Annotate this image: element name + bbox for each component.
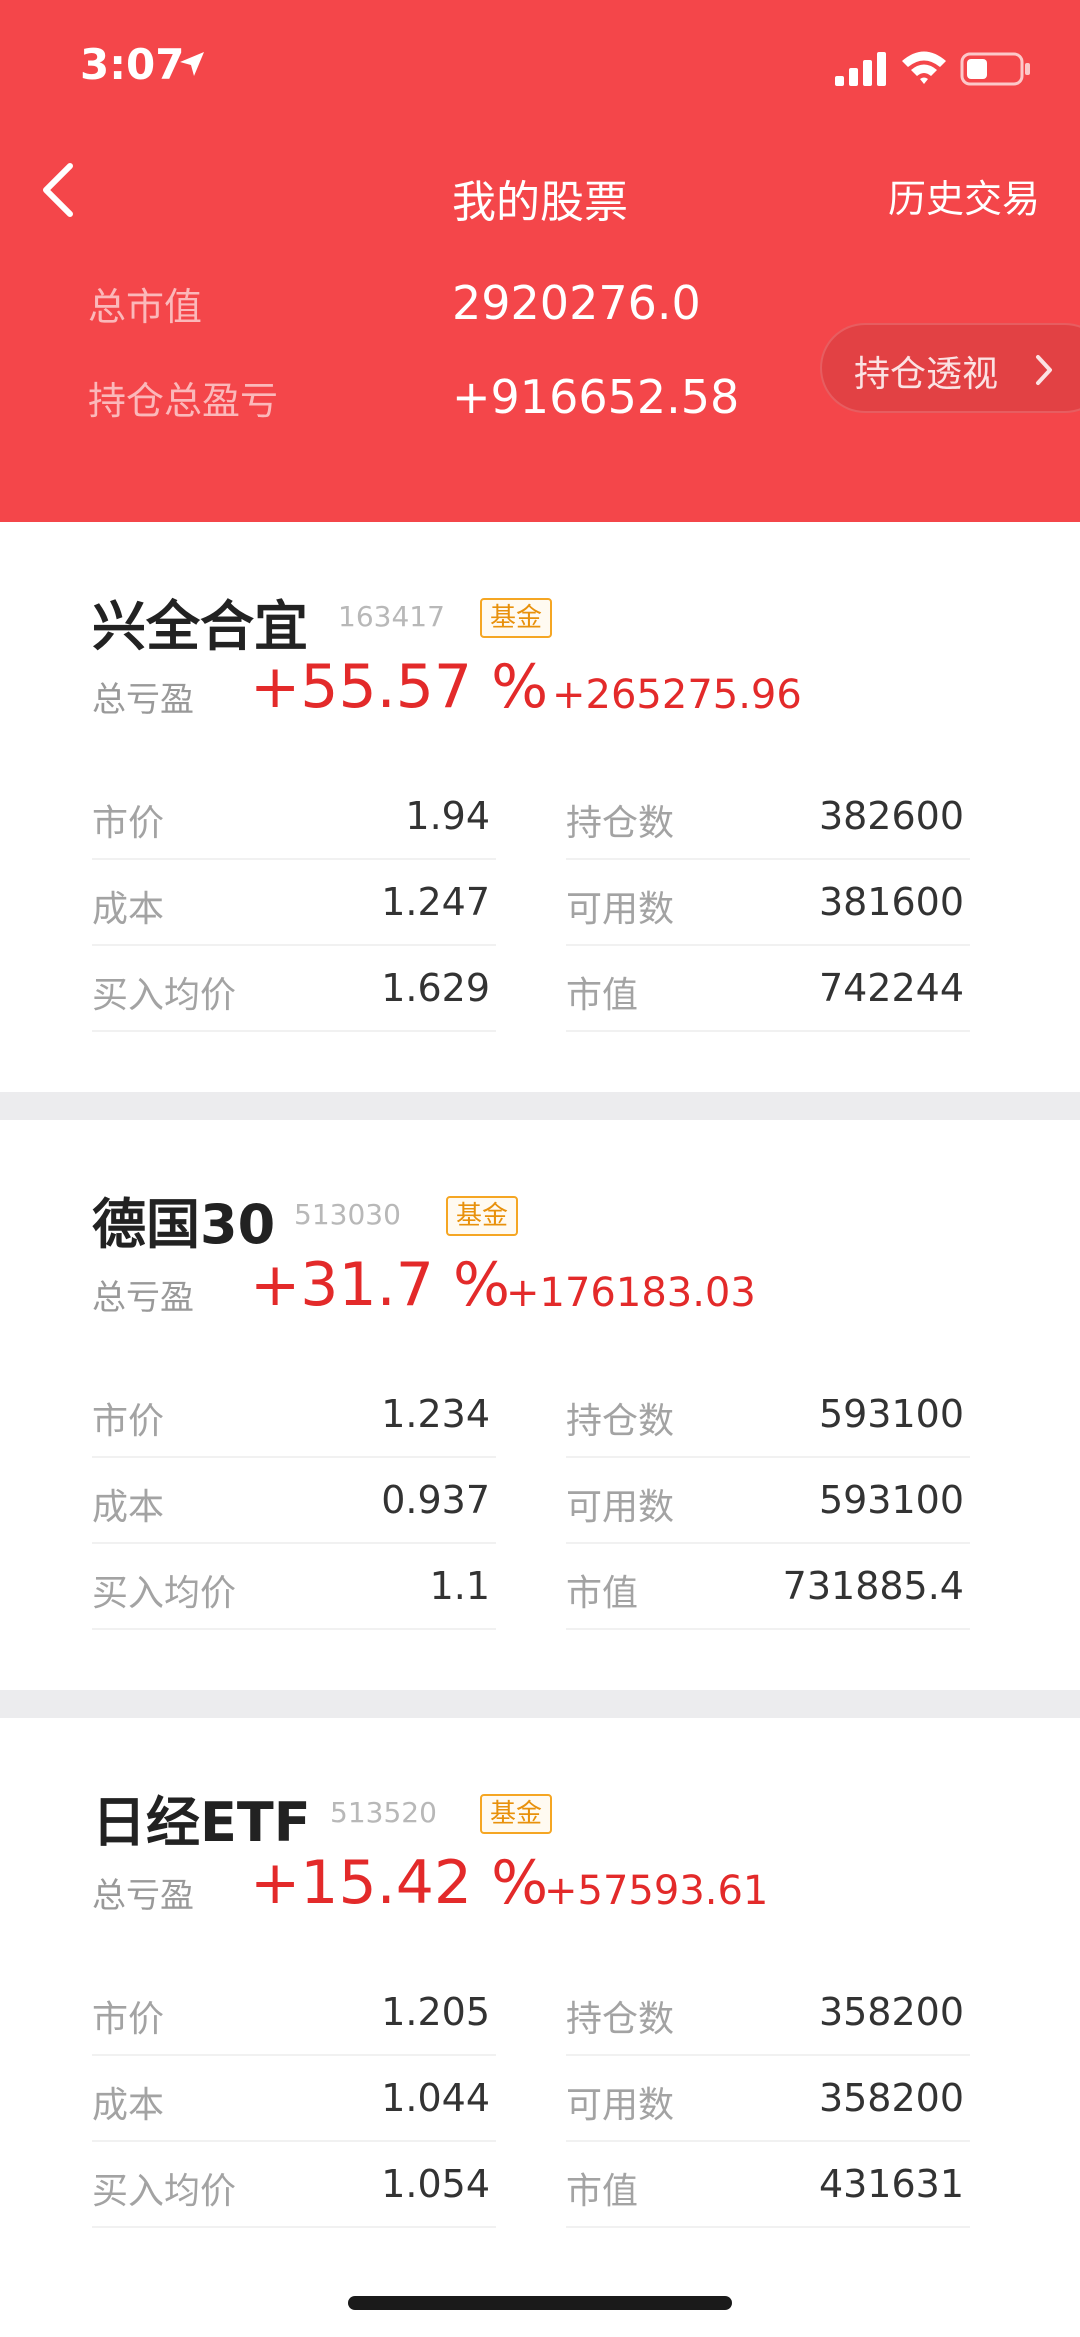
field-value: 593100 [818, 1392, 964, 1436]
field-label: 市值 [566, 975, 639, 1016]
stock-name: 日经ETF [92, 1791, 311, 1854]
detail-row: 成本 1.044 [92, 2056, 496, 2142]
field-label: 持仓数 [566, 803, 675, 844]
detail-row: 市值 731885.4 [566, 1544, 970, 1630]
field-value: 1.205 [381, 1990, 490, 2034]
battery-icon [960, 52, 1030, 86]
detail-row: 成本 1.247 [92, 860, 496, 946]
detail-row: 市价 1.205 [92, 1970, 496, 2056]
pnl-percent: +31.7 % [250, 1250, 510, 1320]
stock-code: 513520 [330, 1796, 437, 1829]
position-analysis-button[interactable]: 持仓透视 [820, 323, 1080, 413]
total-pnl-label: 持仓总盈亏 [88, 379, 279, 423]
detail-row: 可用数 593100 [566, 1458, 970, 1544]
fund-badge: 基金 [446, 1196, 518, 1236]
field-value: 358200 [818, 1990, 964, 2034]
section-divider [0, 1690, 1080, 1718]
field-label: 可用数 [566, 889, 675, 930]
fund-badge: 基金 [480, 1794, 552, 1834]
chevron-right-icon [1036, 355, 1052, 385]
history-trades-link[interactable]: 历史交易 [888, 168, 1040, 223]
section-divider [0, 1092, 1080, 1120]
detail-row: 可用数 381600 [566, 860, 970, 946]
field-value: 1.234 [381, 1392, 490, 1436]
holding-card[interactable]: 日经ETF 513520 基金 总亏盈 +15.42 % +57593.61 市… [0, 1718, 1080, 2288]
field-value: 1.94 [405, 794, 490, 838]
detail-row: 持仓数 382600 [566, 774, 970, 860]
pnl-amount: +176183.03 [506, 1270, 756, 1316]
stock-code: 513030 [294, 1198, 401, 1231]
field-label: 持仓数 [566, 1401, 675, 1442]
total-pnl-value: +916652.58 [452, 370, 740, 424]
pnl-amount: +265275.96 [552, 672, 802, 718]
pnl-amount: +57593.61 [544, 1868, 769, 1914]
total-value-label: 总市值 [88, 285, 203, 329]
field-value: 0.937 [381, 1478, 490, 1522]
pnl-percent: +55.57 % [250, 652, 549, 722]
wifi-icon [902, 51, 946, 84]
detail-row: 成本 0.937 [92, 1458, 496, 1544]
field-value: 358200 [818, 2076, 964, 2120]
detail-row: 持仓数 358200 [566, 1970, 970, 2056]
home-indicator[interactable] [348, 2296, 732, 2310]
detail-row: 买入均价 1.054 [92, 2142, 496, 2228]
field-label: 市价 [92, 803, 165, 844]
field-label: 成本 [92, 889, 165, 930]
detail-row: 市价 1.234 [92, 1372, 496, 1458]
holding-card[interactable]: 德国30 513030 基金 总亏盈 +31.7 % +176183.03 市价… [0, 1120, 1080, 1690]
field-label: 买入均价 [92, 975, 237, 1016]
field-value: 1.1 [429, 1564, 490, 1608]
detail-row: 市值 742244 [566, 946, 970, 1032]
detail-row: 市价 1.94 [92, 774, 496, 860]
field-value: 1.054 [381, 2162, 490, 2206]
field-label: 可用数 [566, 1487, 675, 1528]
total-value: 2920276.0 [452, 276, 701, 330]
field-value: 1.629 [381, 966, 490, 1010]
detail-row: 买入均价 1.1 [92, 1544, 496, 1630]
pnl-label: 总亏盈 [92, 1876, 194, 1916]
field-value: 431631 [818, 2162, 964, 2206]
detail-row: 市值 431631 [566, 2142, 970, 2228]
field-value: 742244 [818, 966, 964, 1010]
stock-name: 兴全合宜 [92, 595, 308, 658]
field-value: 381600 [818, 880, 964, 924]
field-label: 买入均价 [92, 2171, 237, 2212]
stock-name: 德国30 [92, 1193, 276, 1256]
field-value: 593100 [818, 1478, 964, 1522]
detail-row: 可用数 358200 [566, 2056, 970, 2142]
pnl-label: 总亏盈 [92, 1278, 194, 1318]
cellular-signal-icon [835, 52, 886, 86]
stock-code: 163417 [338, 600, 445, 633]
status-bar: 3:07 [0, 0, 1080, 140]
field-label: 可用数 [566, 2085, 675, 2126]
field-label: 持仓数 [566, 1999, 675, 2040]
field-value: 731885.4 [782, 1564, 964, 1608]
position-analysis-label: 持仓透视 [854, 354, 999, 395]
field-value: 382600 [818, 794, 964, 838]
detail-row: 买入均价 1.629 [92, 946, 496, 1032]
pnl-percent: +15.42 % [250, 1848, 549, 1918]
field-label: 市价 [92, 1401, 165, 1442]
status-time: 3:07 [80, 40, 185, 89]
fund-badge: 基金 [480, 598, 552, 638]
detail-row: 持仓数 593100 [566, 1372, 970, 1458]
holding-card[interactable]: 兴全合宜 163417 基金 总亏盈 +55.57 % +265275.96 市… [0, 522, 1080, 1092]
pnl-label: 总亏盈 [92, 680, 194, 720]
header: 3:07 我的股票 历史交易 总市值 2920276.0 持仓总盈亏 +9166… [0, 0, 1080, 522]
field-label: 市值 [566, 1573, 639, 1614]
location-arrow-icon [180, 52, 204, 76]
field-value: 1.044 [381, 2076, 490, 2120]
field-value: 1.247 [381, 880, 490, 924]
field-label: 市价 [92, 1999, 165, 2040]
field-label: 成本 [92, 1487, 165, 1528]
field-label: 成本 [92, 2085, 165, 2126]
field-label: 买入均价 [92, 1573, 237, 1614]
field-label: 市值 [566, 2171, 639, 2212]
